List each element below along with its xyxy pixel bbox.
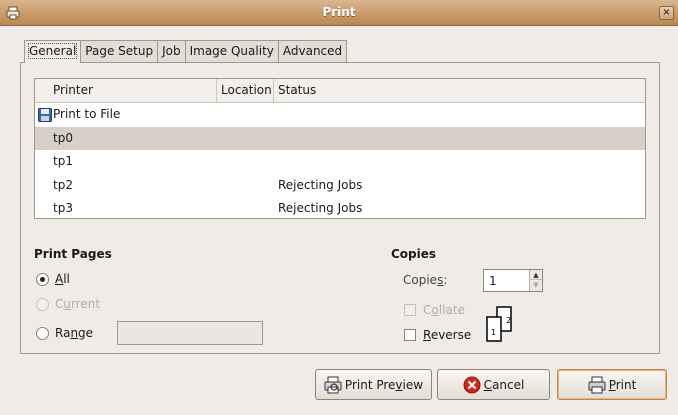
tab-bar: General Page Setup Job Image Quality Adv… (24, 40, 348, 63)
print-pages-heading: Print Pages (34, 247, 112, 261)
page-number-1: 1 (491, 328, 496, 337)
mnemonic: n (70, 326, 79, 340)
printer-name-cell: Print to File (35, 103, 217, 127)
tab-advanced-label: Advanced (282, 44, 343, 58)
mnemonic: o (431, 303, 439, 317)
label-part: Copie (403, 273, 438, 287)
mnemonic: R (423, 328, 431, 342)
printer-icon (588, 376, 606, 393)
printer-name-cell: tp1 (53, 154, 73, 169)
print-button[interactable]: Print (557, 369, 667, 400)
tab-image-quality[interactable]: Image Quality (184, 40, 279, 62)
label-part: ancel (492, 377, 525, 392)
print-preview-button[interactable]: Print Preview (315, 369, 432, 400)
radio-button-icon (36, 272, 49, 286)
radio-current[interactable]: Current (36, 297, 100, 311)
label-part: llate (438, 303, 465, 317)
radio-current-label: Current (55, 297, 100, 311)
floppy-disk-icon (38, 108, 52, 122)
printer-location-cell (217, 127, 274, 151)
printer-row-tp3[interactable]: tp3 Rejecting Jobs (35, 197, 645, 221)
printer-name-cell: tp2 (53, 177, 73, 192)
printer-location-cell (217, 174, 274, 198)
tab-page-setup-label: Page Setup (85, 44, 154, 58)
mnemonic: C (483, 377, 493, 392)
copies-spinbutton[interactable]: 1 ▲ ▼ (483, 269, 543, 292)
tab-image-quality-label: Image Quality (189, 44, 274, 58)
printer-name: Print to File (53, 107, 121, 121)
label-part: ll (63, 272, 70, 286)
printer-row-tp0[interactable]: tp0 (35, 126, 645, 151)
checkbox-icon (404, 329, 416, 341)
tab-advanced[interactable]: Advanced (277, 40, 348, 62)
collate-label: Collate (423, 303, 465, 317)
printer-row-tp2[interactable]: tp2 Rejecting Jobs (35, 174, 645, 198)
mnemonic: A (55, 272, 64, 286)
print-preview-label: Print Preview (345, 378, 423, 392)
copies-value: 1 (489, 274, 497, 288)
mnemonic: v (395, 377, 403, 392)
label-part: Ra (55, 326, 71, 340)
copies-heading: Copies (391, 247, 437, 261)
tab-job-label: Job (162, 44, 181, 58)
label-part: rrent (71, 297, 101, 311)
label-part: everse (430, 328, 472, 342)
tab-job[interactable]: Job (157, 40, 186, 62)
mnemonic: P (608, 377, 616, 392)
spin-buttons: ▲ ▼ (529, 270, 542, 291)
printer-location-cell (217, 150, 274, 174)
printer-status-cell: Rejecting Jobs (278, 201, 363, 216)
label-part: rint (615, 377, 637, 392)
print-dialog: Print × General Page Setup Job Image Qua… (0, 0, 678, 415)
collate-preview-icon: 2 1 (486, 306, 512, 342)
radio-range[interactable]: Range (36, 326, 93, 340)
printer-status-cell (274, 127, 645, 151)
printer-row-print-to-file[interactable]: Print to File (35, 103, 645, 127)
collate-checkbox[interactable]: Collate (404, 303, 465, 317)
print-preview-icon (324, 376, 342, 393)
printer-name-cell: tp0 (53, 130, 73, 145)
title-bar[interactable]: Print × (0, 0, 678, 26)
label-part: iew (402, 377, 424, 392)
printer-name-cell: tp3 (53, 201, 73, 216)
spin-down-icon[interactable]: ▼ (530, 280, 542, 290)
cancel-icon (463, 376, 481, 393)
range-input[interactable] (117, 321, 263, 345)
printer-row-tp1[interactable]: tp1 (35, 150, 645, 174)
reverse-checkbox[interactable]: Reverse (404, 328, 471, 342)
radio-all[interactable]: All (36, 272, 70, 286)
reverse-label: Reverse (423, 328, 471, 342)
spin-up-icon[interactable]: ▲ (530, 270, 542, 280)
printer-location-cell (217, 197, 274, 221)
column-header-location[interactable]: Location (217, 79, 274, 102)
tab-general-label: General (27, 43, 78, 59)
print-label: Print (609, 378, 637, 392)
label-part: Print Pre (344, 377, 396, 392)
page-number-2: 2 (506, 316, 511, 325)
column-header-status[interactable]: Status (274, 79, 645, 102)
tab-page-setup[interactable]: Page Setup (80, 40, 159, 62)
copies-label: Copies: (403, 273, 447, 287)
printer-list[interactable]: Printer Location Status Print to File tp… (34, 78, 646, 219)
radio-range-label: Range (55, 326, 93, 340)
cancel-button[interactable]: Cancel (437, 369, 550, 400)
printer-status-cell (274, 150, 645, 174)
printer-status-cell: Rejecting Jobs (278, 177, 363, 192)
column-header-printer[interactable]: Printer (35, 79, 217, 102)
printer-location-cell (217, 103, 274, 127)
label-part: ge (78, 326, 94, 340)
printer-list-header: Printer Location Status (35, 79, 645, 103)
window-title: Print (322, 5, 356, 19)
radio-all-label: All (55, 272, 70, 286)
close-icon: × (662, 7, 671, 18)
mnemonic: u (63, 297, 71, 311)
label-part: : (443, 273, 448, 287)
radio-button-icon (36, 326, 49, 340)
printer-status-cell (274, 103, 645, 127)
radio-button-icon (36, 297, 49, 311)
close-button[interactable]: × (659, 6, 674, 20)
cancel-label: Cancel (484, 378, 525, 392)
tab-general[interactable]: General (24, 40, 82, 63)
checkbox-icon (404, 304, 416, 316)
